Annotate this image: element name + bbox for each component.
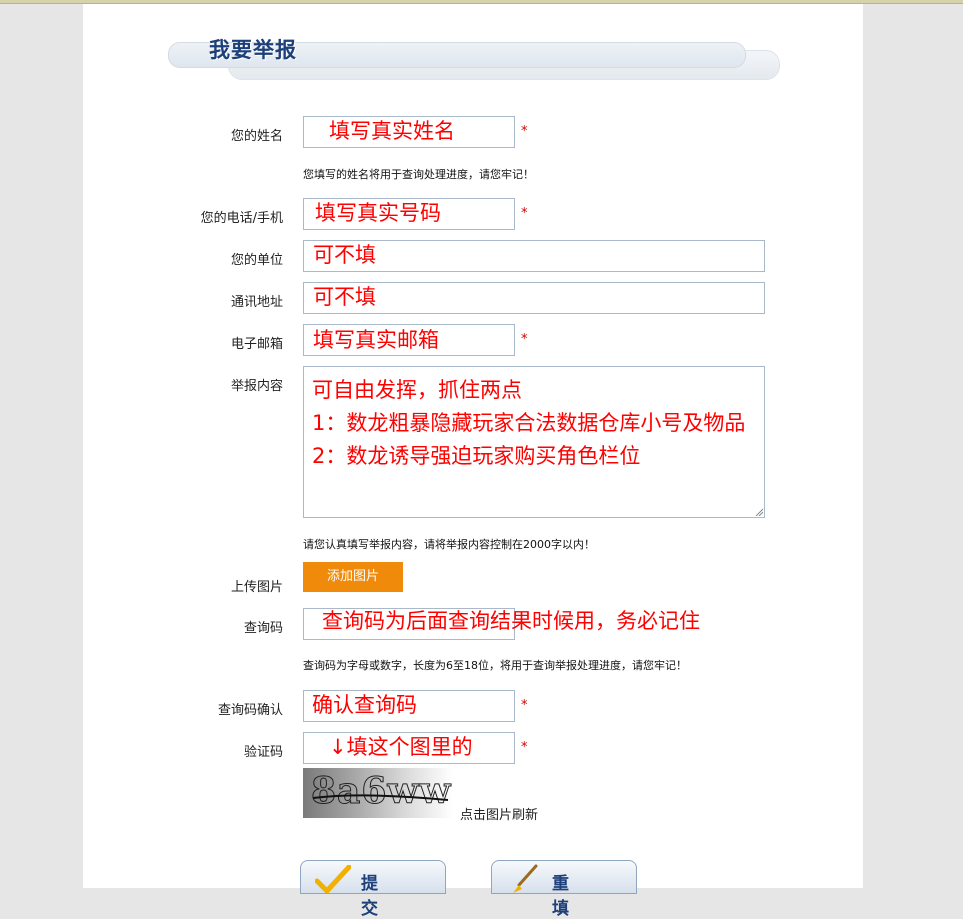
query-confirm-input[interactable]: 确认查询码 [303, 690, 515, 722]
content-line-3: 2：数龙诱导强迫玩家购买角色栏位 [312, 444, 641, 468]
phone-input[interactable]: 填写真实号码 [303, 198, 515, 230]
report-page: 我要举报 您的姓名 填写真实姓名 * 您填写的姓名将用于查询处理进度，请您牢记！… [83, 4, 863, 919]
name-hint: 您填写的姓名将用于查询处理进度，请您牢记！ [303, 168, 534, 181]
email-label: 电子邮箱 [230, 337, 283, 352]
content-hint: 请您认真填写举报内容，请将举报内容控制在2000字以内！ [303, 538, 595, 551]
required-mark: * [521, 124, 528, 139]
checkmark-icon [315, 865, 351, 893]
content-textarea[interactable]: 可自由发挥，抓住两点 1：数龙粗暴隐藏玩家合法数据仓库小号及物品 2：数龙诱导强… [303, 366, 765, 518]
required-mark: * [521, 698, 528, 713]
query-code-input-value: 查询码为后面查询结果时候用，务必记住 [322, 609, 700, 633]
add-image-button[interactable]: 添加图片 [303, 562, 403, 592]
company-input[interactable]: 可不填 [303, 240, 765, 272]
captcha-input-value: ↓填这个图里的 [329, 735, 473, 759]
address-input-value: 可不填 [313, 285, 376, 309]
content-label: 举报内容 [230, 379, 283, 394]
address-input[interactable]: 可不填 [303, 282, 765, 314]
required-mark: * [521, 206, 528, 221]
reset-button-label: 重 填 [552, 874, 587, 919]
name-input[interactable]: 填写真实姓名 [303, 116, 515, 148]
name-input-value: 填写真实姓名 [329, 119, 455, 143]
phone-label: 您的电话/手机 [200, 211, 283, 226]
submit-button-label: 提 交 [361, 874, 396, 919]
name-label: 您的姓名 [230, 129, 283, 144]
query-confirm-label: 查询码确认 [217, 703, 283, 718]
company-label: 您的单位 [230, 253, 283, 268]
reset-button[interactable]: 重 填 [491, 860, 637, 919]
email-input[interactable]: 填写真实邮箱 [303, 324, 515, 356]
brush-icon [513, 864, 538, 893]
submit-button[interactable]: 提 交 [300, 860, 446, 919]
address-label: 通讯地址 [230, 295, 283, 310]
required-mark: * [521, 332, 528, 347]
required-mark: * [521, 740, 528, 755]
resize-handle-icon[interactable] [755, 508, 763, 516]
query-confirm-input-value: 确认查询码 [312, 693, 417, 717]
query-code-input[interactable]: 查询码为后面查询结果时候用，务必记住 [303, 608, 700, 640]
query-code-label: 查询码 [243, 621, 283, 636]
content-line-2: 1：数龙粗暴隐藏玩家合法数据仓库小号及物品 [312, 411, 746, 435]
phone-input-value: 填写真实号码 [315, 201, 441, 225]
captcha-image[interactable]: 8a6ww [303, 768, 453, 818]
captcha-label: 验证码 [243, 745, 283, 760]
captcha-refresh-text[interactable]: 点击图片刷新 [460, 804, 538, 823]
captcha-input[interactable]: ↓填这个图里的 [303, 732, 515, 764]
company-input-value: 可不填 [313, 243, 376, 267]
query-code-hint: 查询码为字母或数字，长度为6至18位，将用于查询举报处理进度，请您牢记！ [303, 659, 687, 672]
upload-label: 上传图片 [230, 580, 283, 595]
page-title: 我要举报 [209, 38, 297, 62]
email-input-value: 填写真实邮箱 [313, 328, 439, 352]
captcha-noise-icon [312, 794, 449, 801]
content-line-1: 可自由发挥，抓住两点 [312, 378, 522, 402]
